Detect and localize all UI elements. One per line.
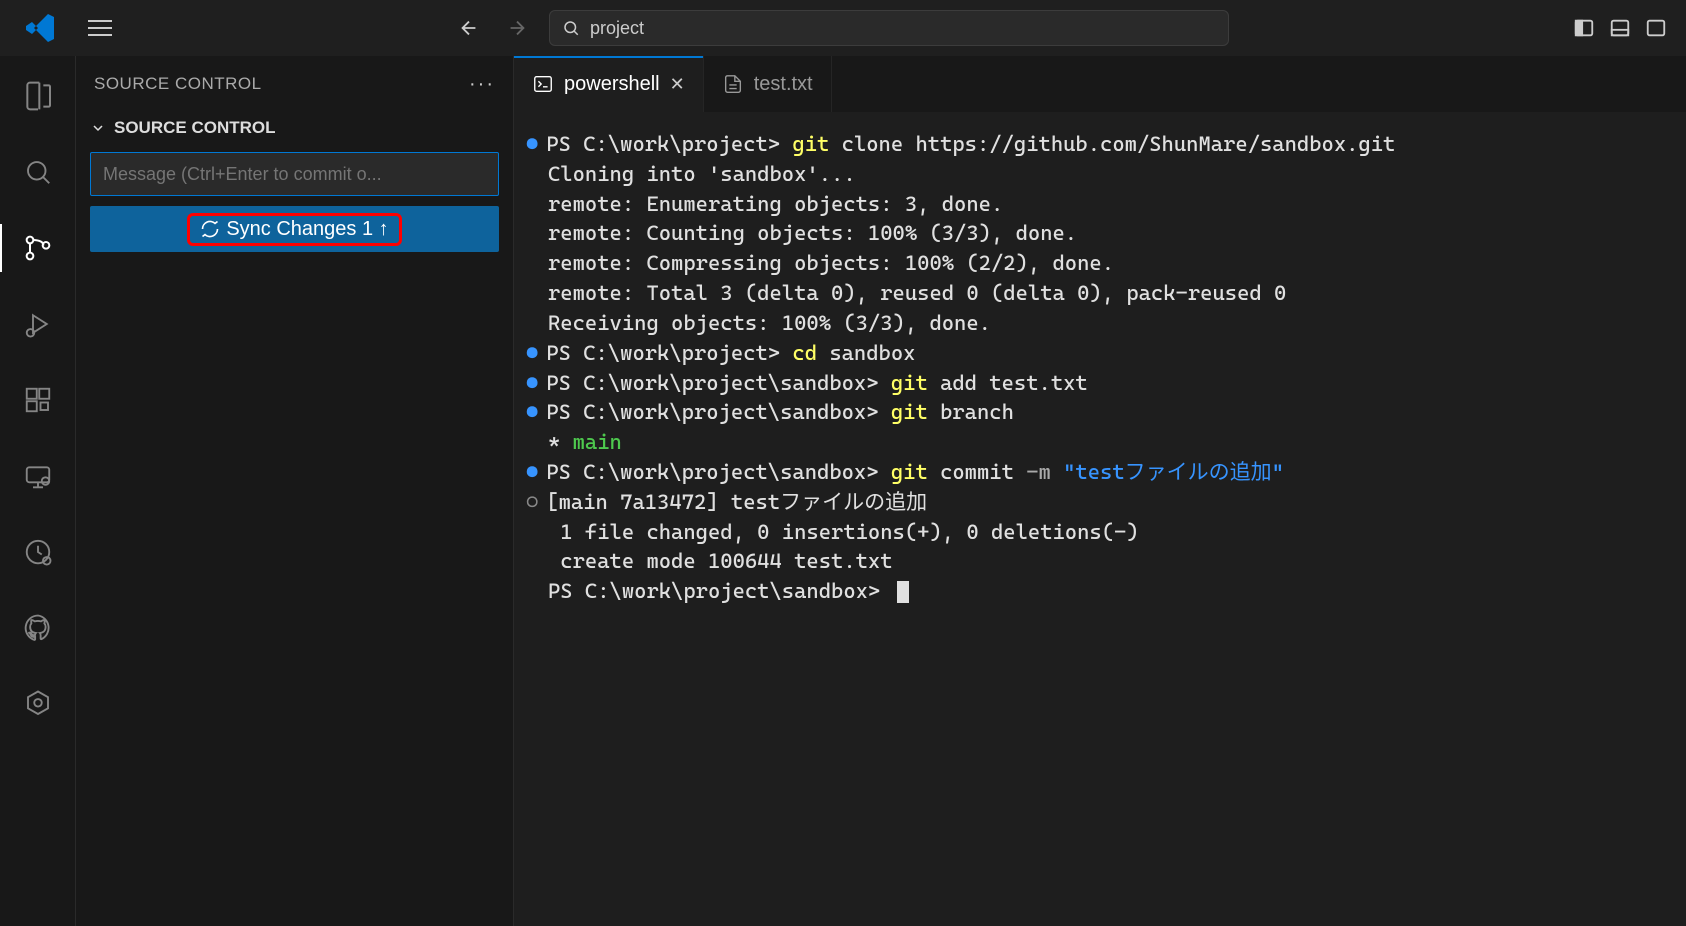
- activity-timeline[interactable]: [14, 528, 62, 576]
- terminal-line: * main: [526, 428, 1674, 458]
- terminal-line: ○[main 7a13472] testファイルの追加: [526, 488, 1674, 518]
- toggle-primary-sidebar-button[interactable]: [1570, 14, 1598, 42]
- source-control-section-header[interactable]: SOURCE CONTROL: [76, 112, 513, 144]
- tab-label: powershell: [564, 73, 660, 96]
- editor-area: powershell ✕ test.txt ●PS C:\work\project>…: [514, 56, 1686, 926]
- search-icon: [562, 19, 580, 37]
- terminal-line: 1 file changed, 0 insertions(+), 0 delet…: [526, 518, 1674, 548]
- file-icon: [722, 73, 744, 95]
- activity-explorer[interactable]: [14, 72, 62, 120]
- terminal-line: ●PS C:\work\project> cd sandbox: [526, 339, 1674, 369]
- commit-message-input[interactable]: [90, 152, 499, 196]
- terminal-line: PS C:\work\project\sandbox>: [526, 577, 1674, 607]
- toggle-secondary-sidebar-button[interactable]: [1642, 14, 1670, 42]
- terminal-cursor: [897, 581, 909, 603]
- command-center-search[interactable]: project: [549, 10, 1229, 46]
- terminal-line: remote: Compressing objects: 100% (2/2),…: [526, 249, 1674, 279]
- menu-icon[interactable]: [88, 16, 112, 40]
- terminal-line: remote: Enumerating objects: 3, done.: [526, 190, 1674, 220]
- chevron-down-icon: [90, 120, 106, 136]
- activity-bar: [0, 56, 76, 926]
- terminal-line: ●PS C:\work\project\sandbox> git branch: [526, 398, 1674, 428]
- editor-tabs: powershell ✕ test.txt: [514, 56, 1686, 112]
- editor-tab[interactable]: test.txt: [704, 56, 832, 112]
- sync-icon: [200, 219, 220, 239]
- activity-github[interactable]: [14, 604, 62, 652]
- sync-label: Sync Changes 1 ↑: [226, 218, 388, 241]
- tab-label: test.txt: [754, 73, 813, 96]
- activity-search[interactable]: [14, 148, 62, 196]
- section-title: SOURCE CONTROL: [114, 118, 276, 138]
- terminal-line: create mode 100644 test.txt: [526, 547, 1674, 577]
- sidebar-more-actions[interactable]: ···: [469, 73, 495, 96]
- activity-extensions[interactable]: [14, 376, 62, 424]
- sync-changes-button[interactable]: Sync Changes 1 ↑: [90, 206, 499, 252]
- nav-forward-button[interactable]: [501, 12, 533, 44]
- terminal-line: Receiving objects: 100% (3/3), done.: [526, 309, 1674, 339]
- activity-source-control[interactable]: [14, 224, 62, 272]
- activity-more[interactable]: [14, 680, 62, 728]
- terminal-line: ●PS C:\work\project\sandbox> git add tes…: [526, 369, 1674, 399]
- terminal-line: remote: Total 3 (delta 0), reused 0 (del…: [526, 279, 1674, 309]
- terminal-line: ●PS C:\work\project> git clone https://g…: [526, 130, 1674, 160]
- titlebar: project: [0, 0, 1686, 56]
- terminal-output[interactable]: ●PS C:\work\project> git clone https://g…: [514, 112, 1686, 926]
- terminal-line: Cloning into 'sandbox'...: [526, 160, 1674, 190]
- activity-remote[interactable]: [14, 452, 62, 500]
- source-control-sidebar: SOURCE CONTROL ··· SOURCE CONTROL Sync C…: [76, 56, 514, 926]
- terminal-icon: [532, 73, 554, 95]
- search-value: project: [590, 18, 644, 39]
- sidebar-title: SOURCE CONTROL: [94, 74, 262, 94]
- activity-run-debug[interactable]: [14, 300, 62, 348]
- editor-tab[interactable]: powershell ✕: [514, 56, 704, 112]
- toggle-panel-button[interactable]: [1606, 14, 1634, 42]
- nav-back-button[interactable]: [453, 12, 485, 44]
- terminal-line: remote: Counting objects: 100% (3/3), do…: [526, 219, 1674, 249]
- terminal-line: ●PS C:\work\project\sandbox> git commit …: [526, 458, 1674, 488]
- close-tab-icon[interactable]: ✕: [670, 74, 685, 95]
- vscode-logo-icon: [24, 12, 56, 44]
